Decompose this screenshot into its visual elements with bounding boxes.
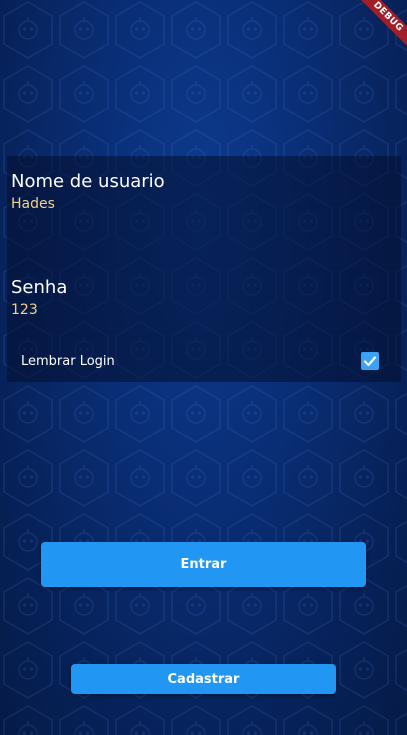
debug-banner: DEBUG [355,0,407,52]
password-label: Senha [11,277,68,298]
password-input[interactable]: 123 [11,302,397,318]
register-button[interactable]: Cadastrar [71,664,336,694]
checkmark-icon [363,356,377,367]
enter-button[interactable]: Entrar [41,542,366,587]
login-form-panel: Nome de usuario Hades Senha 123 Lembrar … [7,156,401,382]
debug-banner-label: DEBUG [355,0,407,50]
username-field[interactable]: Nome de usuario Hades [11,171,397,212]
password-field[interactable]: Senha 123 [11,277,397,318]
username-input[interactable]: Hades [11,196,397,212]
username-label: Nome de usuario [11,171,165,192]
remember-login-label: Lembrar Login [21,353,115,369]
remember-login-checkbox[interactable] [361,352,379,370]
remember-login-row[interactable]: Lembrar Login [21,352,379,370]
